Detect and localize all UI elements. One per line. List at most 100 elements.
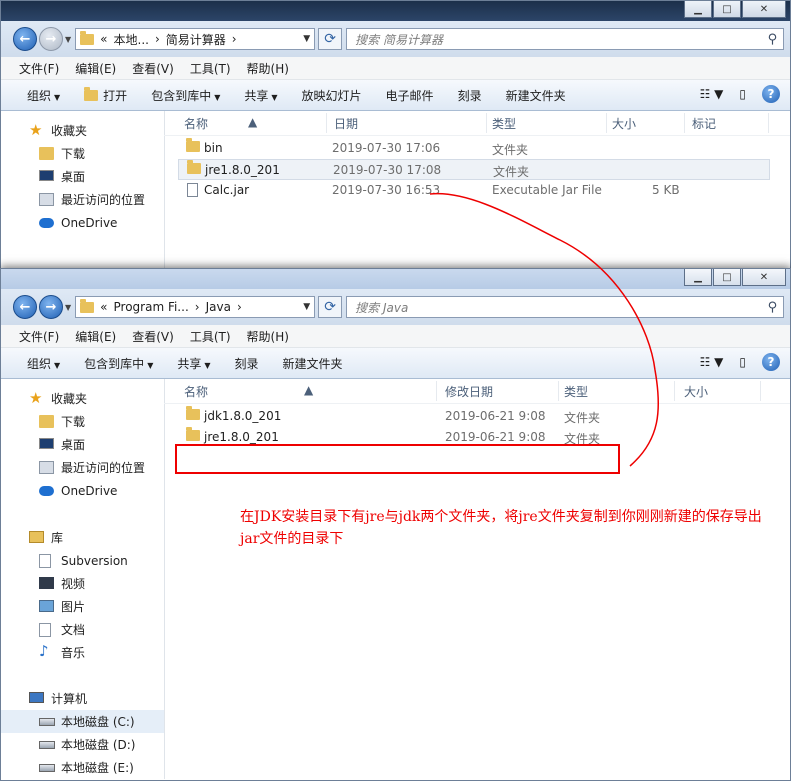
menu-help[interactable]: 帮助(H) [239,328,297,345]
nav-drive-c[interactable]: 本地磁盘 (C:) [1,710,164,733]
email-button[interactable]: 电子邮件 [374,87,446,104]
minimize-button[interactable]: ▁ [684,269,712,286]
breadcrumb-item[interactable]: 本地... [114,31,149,48]
nav-favorites[interactable]: ★ 收藏夹 [1,387,164,410]
nav-downloads[interactable]: 下载 [1,142,164,165]
file-row[interactable]: Calc.jar 2019-07-30 16:53 Executable Jar… [164,180,790,201]
nav-recent-places[interactable]: 最近访问的位置 [1,456,164,479]
menu-file[interactable]: 文件(F) [11,60,67,77]
breadcrumb-overflow[interactable]: « [100,300,107,314]
preview-pane-icon[interactable]: ▯ [739,87,746,101]
column-name[interactable]: 名称 [184,115,208,132]
column-tags[interactable]: 标记 [692,115,716,132]
maximize-button[interactable]: □ [713,1,741,18]
close-icon: ✕ [759,3,769,15]
help-icon[interactable]: ? [762,353,780,371]
new-folder-button[interactable]: 新建文件夹 [271,355,355,372]
nav-drive-e[interactable]: 本地磁盘 (E:) [1,756,164,779]
maximize-icon: □ [722,271,732,283]
breadcrumb-separator-icon[interactable]: › [237,300,242,314]
nav-onedrive[interactable]: OneDrive [1,479,164,502]
nav-onedrive[interactable]: OneDrive [1,211,164,234]
recent-pages-dropdown-icon[interactable]: ▼ [65,35,71,44]
menu-tools[interactable]: 工具(T) [182,328,239,345]
nav-desktop[interactable]: 桌面 [1,433,164,456]
file-row-selected[interactable]: jre1.8.0_201 2019-07-30 17:08 文件夹 [178,159,770,180]
recent-pages-dropdown-icon[interactable]: ▼ [65,303,71,312]
forward-button[interactable]: → [39,295,63,319]
slideshow-button[interactable]: 放映幻灯片 [290,87,374,104]
preview-pane-icon[interactable]: ▯ [739,355,746,369]
view-options-icon[interactable]: ☷ ▼ [700,355,724,369]
breadcrumb-item[interactable]: Java [206,300,231,314]
back-button[interactable]: ← [13,27,37,51]
column-date[interactable]: 修改日期 [445,383,493,400]
nav-subversion[interactable]: Subversion [1,549,164,572]
menu-file[interactable]: 文件(F) [11,328,67,345]
nav-libraries[interactable]: 库 [1,526,164,549]
address-bar[interactable]: « 本地... › 简易计算器 › ▼ [75,28,316,50]
view-options-icon[interactable]: ☷ ▼ [700,87,724,101]
column-type[interactable]: 类型 [564,383,588,400]
back-button[interactable]: ← [13,295,37,319]
minimize-button[interactable]: ▁ [684,1,712,18]
search-input[interactable]: 搜索 Java ⚲ [346,296,785,318]
breadcrumb-item[interactable]: Program Fi... [114,300,189,314]
nav-drive-d[interactable]: 本地磁盘 (D:) [1,733,164,756]
nav-recent-places[interactable]: 最近访问的位置 [1,188,164,211]
menu-help[interactable]: 帮助(H) [239,60,297,77]
search-icon[interactable]: ⚲ [768,32,778,47]
file-row[interactable]: jdk1.8.0_201 2019-06-21 9:08 文件夹 [164,406,790,427]
nav-videos[interactable]: 视频 [1,572,164,595]
help-icon[interactable]: ? [762,85,780,103]
nav-desktop[interactable]: 桌面 [1,165,164,188]
new-folder-button[interactable]: 新建文件夹 [494,87,578,104]
burn-button[interactable]: 刻录 [223,355,271,372]
nav-label: 桌面 [61,438,86,452]
file-row[interactable]: bin 2019-07-30 17:06 文件夹 [164,138,790,159]
search-input[interactable]: 搜索 简易计算器 ⚲ [346,28,785,50]
breadcrumb-separator-icon[interactable]: › [232,32,237,46]
nav-pictures[interactable]: 图片 [1,595,164,618]
menu-edit[interactable]: 编辑(E) [67,328,124,345]
maximize-button[interactable]: □ [713,269,741,286]
include-in-library-button[interactable]: 包含到库中 ▼ [139,87,232,104]
menu-view[interactable]: 查看(V) [124,328,182,345]
column-date[interactable]: 日期 [334,115,358,132]
breadcrumb-item[interactable]: 简易计算器 [166,31,226,48]
nav-downloads[interactable]: 下载 [1,410,164,433]
refresh-button[interactable]: ⟳ [318,296,343,318]
open-button[interactable]: 打开 [72,86,139,104]
breadcrumb-overflow[interactable]: « [100,32,107,46]
include-in-library-button[interactable]: 包含到库中 ▼ [72,355,165,372]
nav-computer[interactable]: 计算机 [1,687,164,710]
organize-button[interactable]: 组织 ▼ [15,87,72,104]
column-type[interactable]: 类型 [492,115,516,132]
organize-button[interactable]: 组织 ▼ [15,355,72,372]
nav-favorites[interactable]: ★ 收藏夹 [1,119,164,142]
address-dropdown-icon[interactable]: ▼ [303,302,310,312]
menu-view[interactable]: 查看(V) [124,60,182,77]
menu-edit[interactable]: 编辑(E) [67,60,124,77]
title-bar[interactable]: ▁ □ ✕ [1,1,790,21]
refresh-button[interactable]: ⟳ [318,28,343,50]
search-icon[interactable]: ⚲ [768,300,778,315]
close-button[interactable]: ✕ [742,269,786,286]
share-button[interactable]: 共享 ▼ [165,355,222,372]
menu-tools[interactable]: 工具(T) [182,60,239,77]
desktop-icon [39,438,54,449]
breadcrumb-separator-icon[interactable]: › [195,300,200,314]
forward-button[interactable]: → [39,27,63,51]
column-size[interactable]: 大小 [612,115,636,132]
share-button[interactable]: 共享 ▼ [232,87,289,104]
breadcrumb-separator-icon[interactable]: › [155,32,160,46]
nav-documents[interactable]: 文档 [1,618,164,641]
address-bar[interactable]: « Program Fi... › Java › ▼ [75,296,316,318]
column-name[interactable]: 名称 [184,383,208,400]
title-bar[interactable]: ▁ □ ✕ [1,269,790,289]
nav-music[interactable]: ♪ 音乐 [1,641,164,664]
close-button[interactable]: ✕ [742,1,786,18]
burn-button[interactable]: 刻录 [446,87,494,104]
address-dropdown-icon[interactable]: ▼ [303,34,310,44]
column-size[interactable]: 大小 [684,383,708,400]
